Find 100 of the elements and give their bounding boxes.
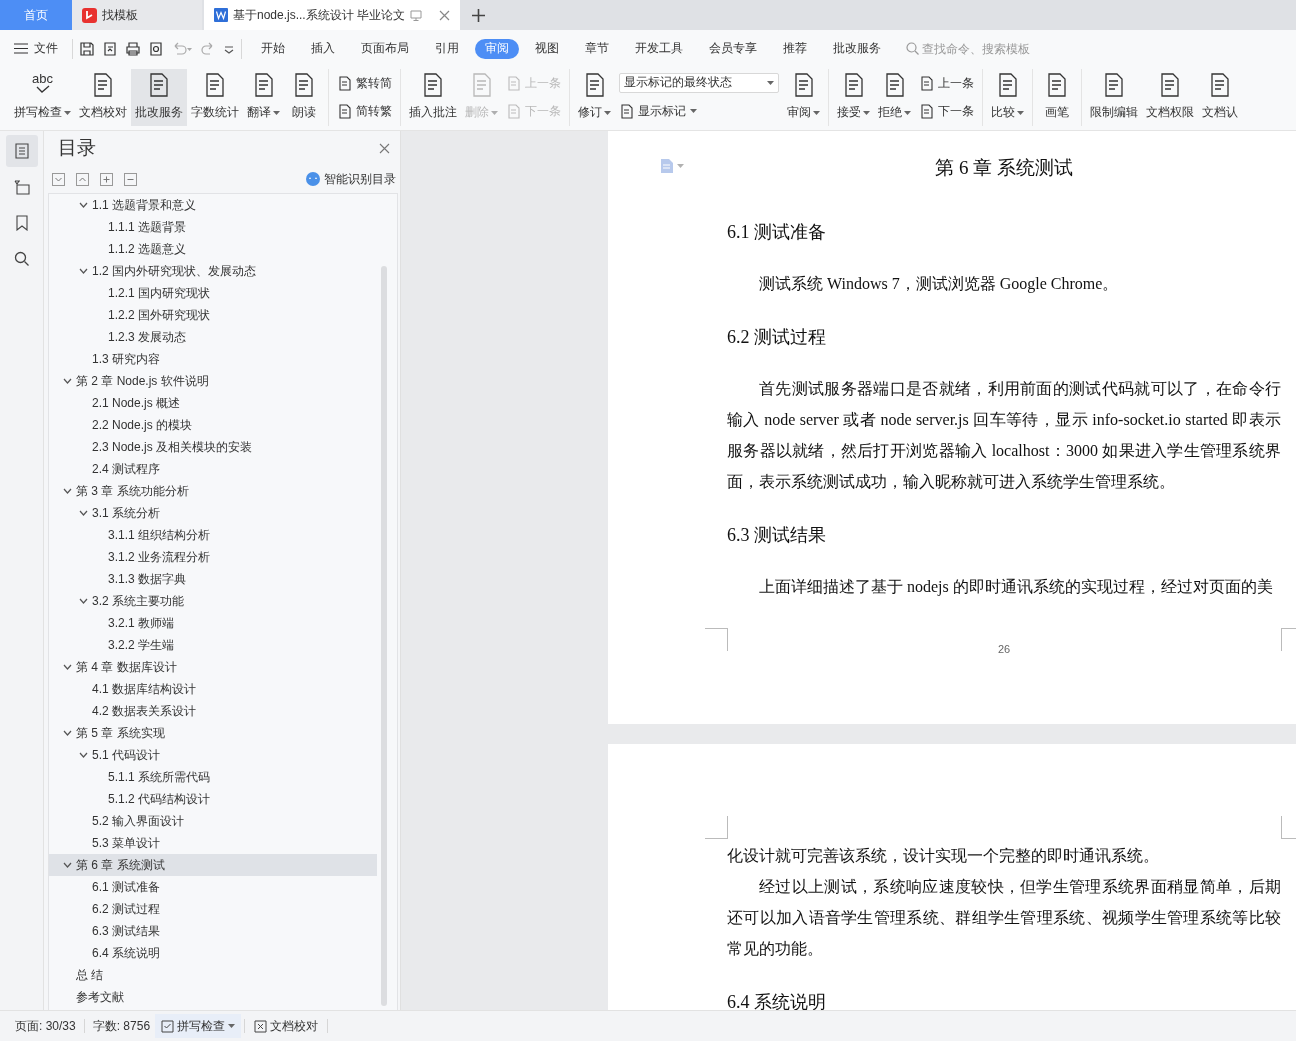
print-icon[interactable] xyxy=(125,40,141,57)
window-tab[interactable]: 找模板 xyxy=(72,0,202,30)
toc-item[interactable]: 第 5 章 系统实现 xyxy=(49,722,377,744)
ribbon-button[interactable]: 显示标记 xyxy=(619,100,779,123)
toc-item[interactable]: 6.3 测试结果 xyxy=(49,920,377,942)
toc-item[interactable]: 3.1.2 业务流程分析 xyxy=(49,546,377,568)
ribbon-button[interactable]: 字数统计 xyxy=(187,69,243,126)
chevron-down-icon[interactable] xyxy=(79,268,88,274)
spell-check-button[interactable]: 拼写检查 xyxy=(155,1014,242,1038)
ribbon-button[interactable]: 修订 xyxy=(574,69,615,126)
chevron-down-icon[interactable] xyxy=(63,378,72,384)
ribbon-button[interactable]: 比较 xyxy=(987,69,1028,126)
toc-item[interactable]: 第 2 章 Node.js 软件说明 xyxy=(49,370,377,392)
preview-icon[interactable] xyxy=(148,40,164,57)
toc-item[interactable]: 2.1 Node.js 概述 xyxy=(49,392,377,414)
chevron-down-icon[interactable] xyxy=(79,752,88,758)
close-icon[interactable] xyxy=(379,142,390,154)
toc-item[interactable]: 5.2 输入界面设计 xyxy=(49,810,377,832)
chevron-down-icon[interactable] xyxy=(63,730,72,736)
toc-item[interactable]: 6.4 系统说明 xyxy=(49,942,377,964)
toc-item[interactable]: 第 6 章 系统测试 xyxy=(49,854,377,876)
ribbon-button[interactable]: 上一条 xyxy=(919,72,974,95)
ribbon-tab[interactable]: 页面布局 xyxy=(351,38,419,59)
ribbon-button[interactable]: 下一条 xyxy=(919,100,974,123)
toc-item[interactable]: 4.2 数据表关系设计 xyxy=(49,700,377,722)
window-tab[interactable]: 基于node.js...系统设计 毕业论文 xyxy=(204,0,461,30)
ribbon-button[interactable]: 文档认 xyxy=(1198,69,1242,126)
save-icon[interactable] xyxy=(79,40,95,57)
outline-icon xyxy=(13,179,30,195)
toc-item[interactable]: 1.1.2 选题意义 xyxy=(49,238,377,260)
export-icon[interactable] xyxy=(102,40,118,57)
ribbon-button[interactable]: 简转繁 xyxy=(337,100,392,123)
chevron-down-icon[interactable] xyxy=(79,598,88,604)
toc-item[interactable]: 6.2 测试过程 xyxy=(49,898,377,920)
expand-icon[interactable] xyxy=(52,172,65,186)
toc-item[interactable]: 1.1 选题背景和意义 xyxy=(49,194,377,216)
toc-item[interactable]: 6.1 测试准备 xyxy=(49,876,377,898)
toc-item[interactable]: 4.1 数据库结构设计 xyxy=(49,678,377,700)
ribbon-button[interactable]: 限制编辑 xyxy=(1086,69,1142,126)
minus-icon[interactable] xyxy=(124,172,137,186)
collapse-icon[interactable] xyxy=(76,172,89,186)
ribbon-button[interactable]: 繁转简 xyxy=(337,72,392,95)
markup-dropdown[interactable]: 显示标记的最终状态 xyxy=(619,72,779,93)
toc-item[interactable]: 1.2 国内外研究现状、发展动态 xyxy=(49,260,377,282)
ribbon-button[interactable]: 批改服务 xyxy=(131,69,187,126)
toc-item[interactable]: 3.2.1 教师端 xyxy=(49,612,377,634)
ribbon-button[interactable]: 朗读 xyxy=(284,69,324,126)
toc-item[interactable]: 5.1 代码设计 xyxy=(49,744,377,766)
chevron-down-icon[interactable] xyxy=(63,488,72,494)
plus-icon[interactable] xyxy=(100,172,113,186)
ribbon-tab[interactable]: 引用 xyxy=(425,38,469,59)
ribbon-tab[interactable]: 视图 xyxy=(525,38,569,59)
toc-item[interactable]: 总 结 xyxy=(49,964,377,986)
chevron-down-icon[interactable] xyxy=(79,202,88,208)
ribbon-button[interactable]: 接受 xyxy=(833,69,874,126)
toc-item[interactable]: 5.1.1 系统所需代码 xyxy=(49,766,377,788)
ribbon-button[interactable]: 文档校对 xyxy=(75,69,131,126)
ribbon-button[interactable]: 翻译 xyxy=(243,69,284,126)
toc-item[interactable]: 3.1 系统分析 xyxy=(49,502,377,524)
toc-item[interactable]: 1.1.1 选题背景 xyxy=(49,216,377,238)
toc-item[interactable]: 2.3 Node.js 及相关模块的安装 xyxy=(49,436,377,458)
toc-item[interactable]: 2.4 测试程序 xyxy=(49,458,377,480)
ribbon-button[interactable]: 审阅 xyxy=(783,69,824,126)
chevron-down-icon[interactable] xyxy=(63,862,72,868)
toc-item[interactable]: 3.1.3 数据字典 xyxy=(49,568,377,590)
ribbon-tab[interactable]: 批改服务 xyxy=(823,38,891,59)
close-icon[interactable] xyxy=(439,9,451,21)
ribbon-tab[interactable]: 推荐 xyxy=(773,38,817,59)
toc-item[interactable]: 3.2.2 学生端 xyxy=(49,634,377,656)
toc-item[interactable]: 3.2 系统主要功能 xyxy=(49,590,377,612)
ribbon-button[interactable]: 插入批注 xyxy=(405,69,461,126)
ribbon-tab[interactable]: 开发工具 xyxy=(625,38,693,59)
ribbon-tab[interactable]: 插入 xyxy=(301,38,345,59)
toc-item[interactable]: 3.1.1 组织结构分析 xyxy=(49,524,377,546)
scrollbar[interactable] xyxy=(381,266,387,1006)
ribbon-tab[interactable]: 章节 xyxy=(575,38,619,59)
ribbon-button[interactable]: abc 拼写检查 xyxy=(10,69,75,126)
toc-item[interactable]: 参考文献 xyxy=(49,986,377,1008)
ribbon-button[interactable]: 拒绝 xyxy=(874,69,915,126)
proofread-button[interactable]: 文档校对 xyxy=(248,1014,325,1038)
ribbon-button[interactable]: 文档权限 xyxy=(1142,69,1198,126)
monitor-icon[interactable] xyxy=(410,9,423,21)
toc-item[interactable]: 5.1.2 代码结构设计 xyxy=(49,788,377,810)
toc-item[interactable]: 5.3 菜单设计 xyxy=(49,832,377,854)
toc-item[interactable]: 第 4 章 数据库设计 xyxy=(49,656,377,678)
file-menu-button[interactable]: 文件 xyxy=(14,37,66,60)
chevron-down-icon[interactable] xyxy=(63,664,72,670)
toc-item[interactable]: 1.2.3 发展动态 xyxy=(49,326,377,348)
ribbon-tab[interactable]: 开始 xyxy=(251,38,295,59)
chevron-down-icon[interactable] xyxy=(79,510,88,516)
new-tab-icon[interactable] xyxy=(472,8,486,22)
command-search-field[interactable]: 查找命令、搜索模板 xyxy=(906,41,1062,56)
smart-toc-button[interactable]: 智能识别目录 xyxy=(306,170,396,188)
ribbon-button[interactable]: 画笔 xyxy=(1037,69,1077,126)
ribbon-tab[interactable]: 会员专享 xyxy=(699,38,767,59)
toc-item[interactable]: 1.2.1 国内研究现状 xyxy=(49,282,377,304)
toc-item[interactable]: 1.3 研究内容 xyxy=(49,348,377,370)
toc-item[interactable]: 2.2 Node.js 的模块 xyxy=(49,414,377,436)
toc-item[interactable]: 1.2.2 国外研究现状 xyxy=(49,304,377,326)
toc-item[interactable]: 第 3 章 系统功能分析 xyxy=(49,480,377,502)
